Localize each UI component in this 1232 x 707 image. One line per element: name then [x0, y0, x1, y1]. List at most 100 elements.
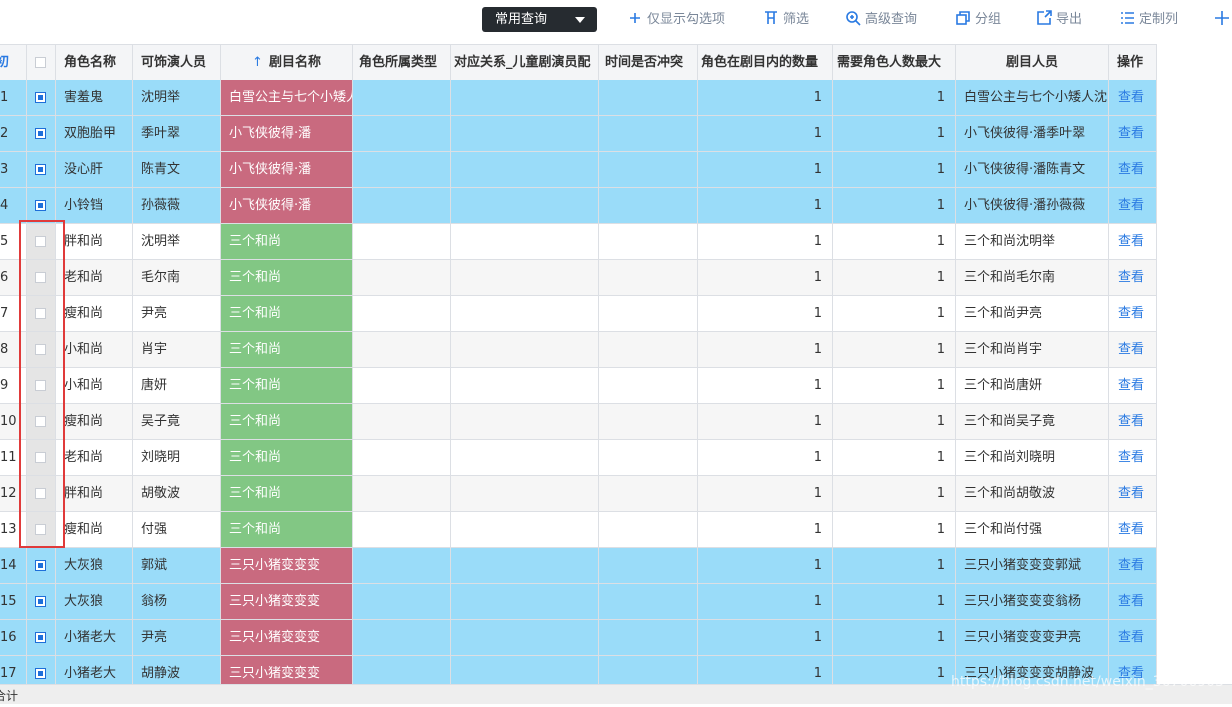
row-checkbox-cell[interactable] — [27, 440, 56, 476]
view-link[interactable]: 查看 — [1109, 80, 1157, 116]
row-checkbox[interactable] — [35, 524, 46, 535]
view-link[interactable]: 查看 — [1109, 584, 1157, 620]
view-link[interactable]: 查看 — [1109, 332, 1157, 368]
header-actor[interactable]: 可饰演人员 — [133, 44, 221, 81]
header-select-all[interactable] — [27, 44, 56, 81]
header-relation[interactable]: 对应关系_儿童剧演员配 — [451, 44, 599, 81]
view-link[interactable]: 查看 — [1109, 440, 1157, 476]
table-row[interactable]: 10 瘦和尚 吴子竟 三个和尚 1 1 三个和尚吴子竟 查看 — [0, 404, 1157, 440]
header-play-members[interactable]: 剧目人员 — [956, 44, 1109, 81]
table-row[interactable]: 15 大灰狼 翁杨 三只小猪变变变 1 1 三只小猪变变变翁杨 查看 — [0, 584, 1157, 620]
row-index: 11 — [0, 440, 27, 476]
table-row[interactable]: 9 小和尚 唐妍 三个和尚 1 1 三个和尚唐妍 查看 — [0, 368, 1157, 404]
export-button[interactable]: 导出 — [1036, 10, 1082, 30]
advanced-query-button[interactable]: 高级查询 — [845, 10, 917, 30]
row-checkbox[interactable] — [35, 308, 46, 319]
time-conflict-cell — [599, 440, 698, 476]
role-type-cell — [353, 152, 451, 188]
row-checkbox[interactable] — [35, 416, 46, 427]
row-checkbox-cell[interactable] — [27, 296, 56, 332]
table-row[interactable]: 13 瘦和尚 付强 三个和尚 1 1 三个和尚付强 查看 — [0, 512, 1157, 548]
show-checked-only-button[interactable]: 仅显示勾选项 — [627, 10, 725, 30]
header-role-count[interactable]: 角色在剧目内的数量 — [698, 44, 833, 81]
row-checkbox[interactable] — [35, 632, 46, 643]
table-row[interactable]: 2 双胞胎甲 季叶翠 小飞侠彼得·潘 1 1 小飞侠彼得·潘季叶翠 查看 — [0, 116, 1157, 152]
view-link[interactable]: 查看 — [1109, 620, 1157, 656]
view-link[interactable]: 查看 — [1109, 404, 1157, 440]
header-max-roles[interactable]: 需要角色人数最大 — [833, 44, 956, 81]
table-row[interactable]: 1害羞鬼沈明举白雪公主与七个小矮人11白雪公主与七个小矮人沈明举查看 — [0, 80, 1157, 116]
view-link[interactable]: 查看 — [1109, 188, 1157, 224]
common-query-dropdown[interactable]: 常用查询 — [482, 7, 597, 32]
table-row[interactable]: 4 小铃铛 孙薇薇 小飞侠彼得·潘 1 1 小飞侠彼得·潘孙薇薇 查看 — [0, 188, 1157, 224]
row-checkbox-cell[interactable] — [27, 512, 56, 548]
row-checkbox[interactable] — [35, 488, 46, 499]
view-link[interactable]: 查看 — [1109, 116, 1157, 152]
header-role-type[interactable]: 角色所属类型 — [353, 44, 451, 81]
table-row[interactable]: 7 瘦和尚 尹亮 三个和尚 1 1 三个和尚尹亮 查看 — [0, 296, 1157, 332]
row-checkbox[interactable] — [35, 596, 46, 607]
play-name-cell: 小飞侠彼得·潘 — [221, 152, 353, 188]
table-row[interactable]: 8 小和尚 肖宇 三个和尚 1 1 三个和尚肖宇 查看 — [0, 332, 1157, 368]
table-row[interactable]: 12 胖和尚 胡敬波 三个和尚 1 1 三个和尚胡敬波 查看 — [0, 476, 1157, 512]
show-checked-only-label: 仅显示勾选项 — [647, 12, 726, 27]
row-checkbox[interactable] — [35, 380, 46, 391]
view-link[interactable]: 查看 — [1109, 152, 1157, 188]
row-checkbox-cell[interactable] — [27, 548, 56, 584]
row-checkbox[interactable] — [35, 128, 46, 139]
row-checkbox-cell[interactable] — [27, 332, 56, 368]
select-all-checkbox[interactable] — [35, 57, 46, 68]
row-checkbox[interactable] — [35, 344, 46, 355]
max-roles-cell: 1 — [833, 188, 956, 224]
header-role-name[interactable]: 角色名称 — [56, 44, 133, 81]
table-row[interactable]: 11 老和尚 刘晓明 三个和尚 1 1 三个和尚刘晓明 查看 — [0, 440, 1157, 476]
row-checkbox-cell[interactable] — [27, 476, 56, 512]
row-index: 2 — [0, 116, 27, 152]
row-checkbox-cell[interactable] — [27, 620, 56, 656]
row-checkbox-cell[interactable] — [27, 368, 56, 404]
row-checkbox-cell[interactable] — [27, 152, 56, 188]
view-link[interactable]: 查看 — [1109, 260, 1157, 296]
view-link[interactable]: 查看 — [1109, 224, 1157, 260]
advanced-query-label: 高级查询 — [865, 12, 918, 27]
table-row[interactable]: 3 没心肝 陈青文 小飞侠彼得·潘 1 1 小飞侠彼得·潘陈青文 查看 — [0, 152, 1157, 188]
play-name-cell: 三只小猪变变变 — [221, 548, 353, 584]
role-name-cell: 大灰狼 — [56, 548, 133, 584]
row-checkbox[interactable] — [35, 236, 46, 247]
row-checkbox[interactable] — [35, 560, 46, 571]
row-checkbox[interactable] — [35, 272, 46, 283]
row-checkbox[interactable] — [35, 164, 46, 175]
header-play-name[interactable]: ↑ 剧目名称 — [221, 44, 353, 81]
row-checkbox-cell[interactable] — [27, 116, 56, 152]
actor-cell: 季叶翠 — [133, 116, 221, 152]
group-button[interactable]: 分组 — [955, 10, 1001, 30]
row-checkbox-cell[interactable] — [27, 224, 56, 260]
row-checkbox[interactable] — [35, 452, 46, 463]
time-conflict-cell — [599, 368, 698, 404]
sort-up-icon: ↑ — [252, 55, 263, 70]
actor-cell: 沈明举 — [133, 224, 221, 260]
row-checkbox-cell[interactable] — [27, 188, 56, 224]
row-checkbox[interactable] — [35, 668, 46, 679]
view-link[interactable]: 查看 — [1109, 296, 1157, 332]
table-row[interactable]: 16 小猪老大 尹亮 三只小猪变变变 1 1 三只小猪变变变尹亮 查看 — [0, 620, 1157, 656]
row-checkbox-cell[interactable] — [27, 584, 56, 620]
row-checkbox-cell[interactable] — [27, 80, 56, 116]
view-link[interactable]: 查看 — [1109, 512, 1157, 548]
filter-button[interactable]: 筛选 — [763, 10, 809, 30]
table-row[interactable]: 14 大灰狼 郭斌 三只小猪变变变 1 1 三只小猪变变变郭斌 查看 — [0, 548, 1157, 584]
view-link[interactable]: 查看 — [1109, 476, 1157, 512]
row-checkbox[interactable] — [35, 92, 46, 103]
row-checkbox[interactable] — [35, 200, 46, 211]
customize-columns-button[interactable]: 定制列 — [1119, 10, 1178, 30]
list-icon — [1121, 12, 1134, 24]
max-roles-cell: 1 — [833, 512, 956, 548]
view-link[interactable]: 查看 — [1109, 548, 1157, 584]
row-checkbox-cell[interactable] — [27, 404, 56, 440]
table-row[interactable]: 5 胖和尚 沈明举 三个和尚 1 1 三个和尚沈明举 查看 — [0, 224, 1157, 260]
header-time-conflict[interactable]: 时间是否冲突 — [599, 44, 698, 81]
table-row[interactable]: 6 老和尚 毛尔南 三个和尚 1 1 三个和尚毛尔南 查看 — [0, 260, 1157, 296]
row-checkbox-cell[interactable] — [27, 260, 56, 296]
more-tools-button[interactable] — [1214, 10, 1232, 30]
view-link[interactable]: 查看 — [1109, 368, 1157, 404]
